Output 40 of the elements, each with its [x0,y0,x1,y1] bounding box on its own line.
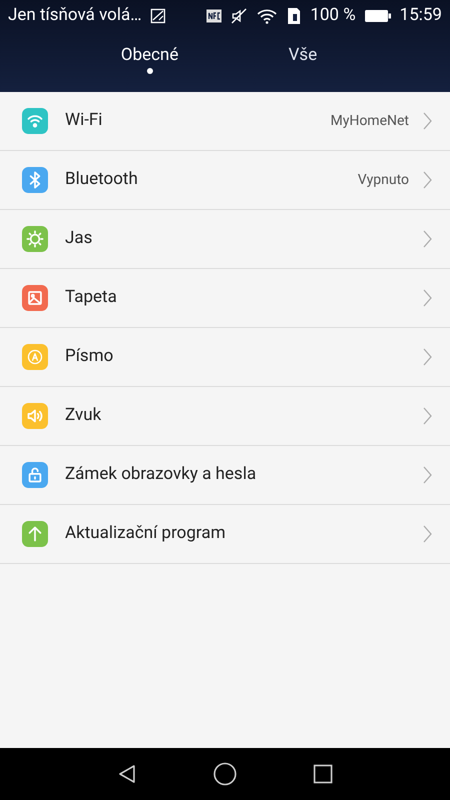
battery-icon [364,8,392,24]
clock-time: 15:59 [400,4,442,28]
sim-card-icon [286,7,302,25]
chevron-right-icon [423,112,432,130]
notification-text: Jen tísňová volá… [8,4,142,28]
home-icon[interactable] [213,762,237,786]
wifi-signal-icon [256,7,278,25]
setting-label: Wi-Fi [65,109,104,132]
tab[interactable]: Vše [278,32,328,80]
settings-item[interactable]: Jas [0,210,450,269]
nfc-icon [206,9,222,23]
setting-label: Zvuk [65,404,102,428]
setting-label: Tapeta [65,286,118,310]
muted-speaker-icon [230,7,248,25]
settings-item[interactable]: Wi-Fi MyHomeNet [0,92,450,151]
setting-label: Písmo [65,345,114,368]
chevron-right-icon [423,407,432,425]
chevron-right-icon [423,525,432,543]
setting-label: Jas [65,227,94,250]
settings-item[interactable]: Zvuk [0,387,450,446]
chevron-right-icon [423,171,432,189]
settings-item[interactable]: Bluetooth Vypnuto [0,151,450,210]
settings-item[interactable]: Písmo [0,328,450,387]
chevron-right-icon [423,289,432,307]
settings-item[interactable]: Zámek obrazovky a hesla [0,446,450,505]
setting-value: MyHomeNet [330,112,409,130]
image-icon [150,8,166,24]
setting-label: Zámek obrazovky a hesla [65,463,258,486]
setting-value: Vypnuto [358,170,409,190]
chevron-right-icon [423,348,432,366]
settings-item[interactable]: Aktualizační program [0,505,450,564]
recent-apps-icon[interactable] [313,764,333,784]
settings-item[interactable]: Tapeta [0,269,450,328]
chevron-right-icon [423,230,432,248]
setting-label: Bluetooth [65,168,139,192]
setting-label: Aktualizační program [65,522,227,546]
back-icon[interactable] [117,764,137,784]
battery-percentage: 100 % [310,4,356,28]
chevron-right-icon [423,466,432,484]
tab[interactable]: Obecné [110,32,188,80]
